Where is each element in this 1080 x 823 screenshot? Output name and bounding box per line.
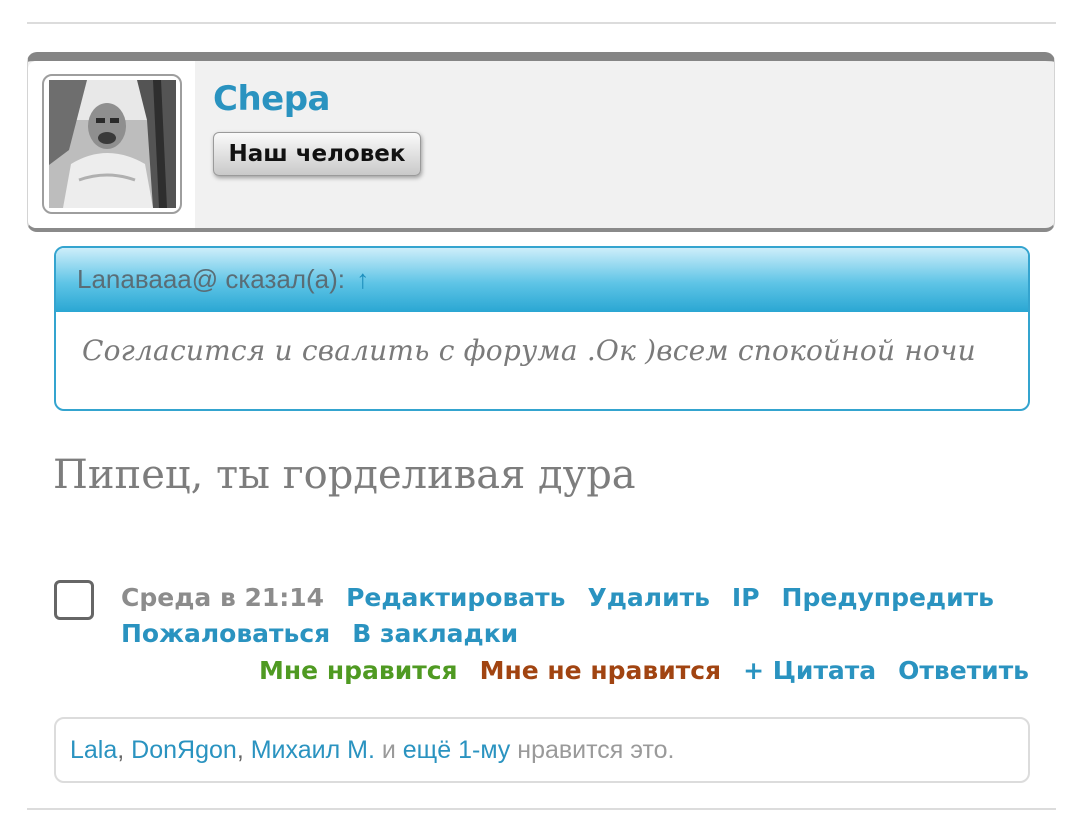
post-message: Пипец, ты горделивая дура [53,452,636,498]
quote-text: Согласится и свалить с форума .Ок )всем … [82,334,976,367]
likes-summary: Lala, DonЯgon, Михаил М. и ещё 1-му нрав… [54,717,1030,783]
separator: , [117,736,125,764]
delete-link[interactable]: Удалить [587,583,709,612]
quote-button[interactable]: + Цитата [743,656,876,685]
quote-jump-arrow-icon[interactable]: ↑ [356,264,369,294]
post-select-checkbox[interactable] [54,580,94,620]
avatar-photo [49,80,176,208]
quote-block: Lanaвааа@ сказал(а): ↑ Согласится и свал… [54,246,1030,411]
username-link[interactable]: Chepa [213,79,331,119]
like-user-link[interactable]: DonЯgon [131,736,237,764]
user-rank-badge: Наш человек [213,132,421,176]
quote-author: Lanaвааа@ сказал(а): [77,264,346,294]
separator: , [236,736,244,764]
top-divider [27,22,1056,24]
user-card: Chepa Наш человек [27,52,1055,232]
likes-suffix: нравится это. [517,736,675,764]
reply-button[interactable]: Ответить [898,656,1029,685]
like-button[interactable]: Мне нравится [259,656,458,685]
ip-link[interactable]: IP [732,583,760,612]
bottom-divider [27,808,1056,810]
edit-link[interactable]: Редактировать [346,583,565,612]
quote-header: Lanaвааа@ сказал(а): ↑ [56,248,1028,312]
avatar-pane [28,61,195,228]
post-reactions-row: Мне нравится Мне не нравится + Цитата Ответ… [259,653,1029,689]
bookmark-link[interactable]: В закладки [352,619,518,648]
avatar[interactable] [42,74,182,214]
warn-link[interactable]: Предупредить [782,583,994,612]
report-link[interactable]: Пожаловаться [121,619,330,648]
post-date: Среда в 21:14 [121,583,325,612]
post-actions-row-2: Пожаловаться В закладки [121,616,518,652]
more-likers-link[interactable]: ещё 1-му [403,736,511,764]
dislike-button[interactable]: Мне не нравится [480,656,721,685]
post-actions-row-1: Среда в 21:14 Редактировать Удалить IP Преду… [121,580,994,616]
like-user-link[interactable]: Lala [70,736,117,764]
and-word: и [381,736,396,764]
like-user-link[interactable]: Михаил М. [251,736,375,764]
